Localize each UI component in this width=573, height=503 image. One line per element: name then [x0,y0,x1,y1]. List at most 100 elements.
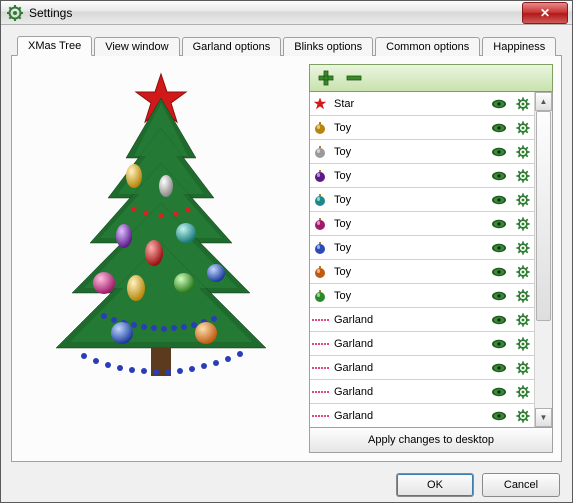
visibility-toggle[interactable] [490,243,508,253]
list-item[interactable]: Toy [310,140,534,164]
garland-icon [312,415,328,417]
item-settings-button[interactable] [514,409,532,423]
item-label: Toy [334,170,484,182]
garland-icon [312,319,328,321]
visibility-toggle[interactable] [490,387,508,397]
list-item[interactable]: Toy [310,284,534,308]
tab-blinks-options[interactable]: Blinks options [283,37,373,56]
decor-toolbar [309,64,553,92]
ok-button[interactable]: OK [396,473,474,497]
decor-panel: Star Toy Toy Toy Toy Toy Toy Toy Toy Garland Garla… [309,64,553,453]
ball-icon [312,193,328,207]
garland-icon [312,367,328,369]
item-label: Toy [334,290,484,302]
decor-list-wrap: Star Toy Toy Toy Toy Toy Toy Toy Toy Garland Garla… [309,92,553,428]
visibility-toggle[interactable] [490,267,508,277]
visibility-toggle[interactable] [490,171,508,181]
tree-preview [20,64,301,453]
item-settings-button[interactable] [514,241,532,255]
ball-icon [312,241,328,255]
garland-icon [312,391,328,393]
item-label: Toy [334,266,484,278]
list-item[interactable]: Toy [310,116,534,140]
tab-garland-options[interactable]: Garland options [182,37,282,56]
item-settings-button[interactable] [514,193,532,207]
list-item[interactable]: Toy [310,260,534,284]
item-label: Toy [334,242,484,254]
tab-panel: Star Toy Toy Toy Toy Toy Toy Toy Toy Garland Garla… [11,55,562,462]
visibility-toggle[interactable] [490,123,508,133]
tabstrip: XMas Tree View window Garland options Bl… [17,33,562,55]
list-item[interactable]: Toy [310,164,534,188]
item-label: Toy [334,146,484,158]
list-item[interactable]: Toy [310,188,534,212]
apply-button[interactable]: Apply changes to desktop [309,428,553,453]
item-settings-button[interactable] [514,121,532,135]
item-label: Garland [334,338,484,350]
close-button[interactable]: ✕ [522,2,568,24]
visibility-toggle[interactable] [490,411,508,421]
visibility-toggle[interactable] [490,291,508,301]
item-settings-button[interactable] [514,385,532,399]
scroll-track[interactable] [535,111,552,408]
list-item[interactable]: Toy [310,236,534,260]
item-label: Toy [334,194,484,206]
tab-happiness[interactable]: Happiness [482,37,556,56]
decor-list[interactable]: Star Toy Toy Toy Toy Toy Toy Toy Toy Garland Garla… [310,92,534,427]
window-title: Settings [29,6,72,20]
tab-common-options[interactable]: Common options [375,37,480,56]
list-item[interactable]: Star [310,92,534,116]
visibility-toggle[interactable] [490,363,508,373]
app-icon [7,5,23,21]
item-label: Garland [334,314,484,326]
item-label: Garland [334,386,484,398]
garland-icon [312,343,328,345]
visibility-toggle[interactable] [490,315,508,325]
item-label: Star [334,98,484,110]
item-settings-button[interactable] [514,217,532,231]
item-settings-button[interactable] [514,337,532,351]
list-item[interactable]: Garland [310,380,534,404]
visibility-toggle[interactable] [490,339,508,349]
add-button[interactable] [314,68,338,88]
scroll-thumb[interactable] [536,111,551,321]
close-icon: ✕ [540,7,550,19]
item-label: Garland [334,410,484,422]
item-settings-button[interactable] [514,313,532,327]
scrollbar[interactable]: ▲ ▼ [534,92,552,427]
item-settings-button[interactable] [514,97,532,111]
footer: OK Cancel [1,468,572,502]
ball-icon [312,289,328,303]
tab-view-window[interactable]: View window [94,37,179,56]
scroll-down-button[interactable]: ▼ [535,408,552,427]
ball-icon [312,169,328,183]
item-settings-button[interactable] [514,169,532,183]
ball-icon [312,217,328,231]
item-settings-button[interactable] [514,289,532,303]
item-label: Toy [334,218,484,230]
ball-icon [312,121,328,135]
settings-window: Settings ✕ XMas Tree View window Garland… [0,0,573,503]
star-icon [312,97,328,111]
list-item[interactable]: Garland [310,356,534,380]
item-settings-button[interactable] [514,265,532,279]
visibility-toggle[interactable] [490,195,508,205]
titlebar[interactable]: Settings ✕ [1,1,572,25]
visibility-toggle[interactable] [490,219,508,229]
tab-xmas-tree[interactable]: XMas Tree [17,36,92,56]
list-item[interactable]: Toy [310,212,534,236]
item-settings-button[interactable] [514,361,532,375]
list-item[interactable]: Garland [310,308,534,332]
scroll-up-button[interactable]: ▲ [535,92,552,111]
remove-button[interactable] [342,68,366,88]
visibility-toggle[interactable] [490,99,508,109]
list-item[interactable]: Garland [310,404,534,427]
ball-icon [312,145,328,159]
item-settings-button[interactable] [514,145,532,159]
list-item[interactable]: Garland [310,332,534,356]
item-label: Toy [334,122,484,134]
item-label: Garland [334,362,484,374]
cancel-button[interactable]: Cancel [482,473,560,497]
ball-icon [312,265,328,279]
visibility-toggle[interactable] [490,147,508,157]
